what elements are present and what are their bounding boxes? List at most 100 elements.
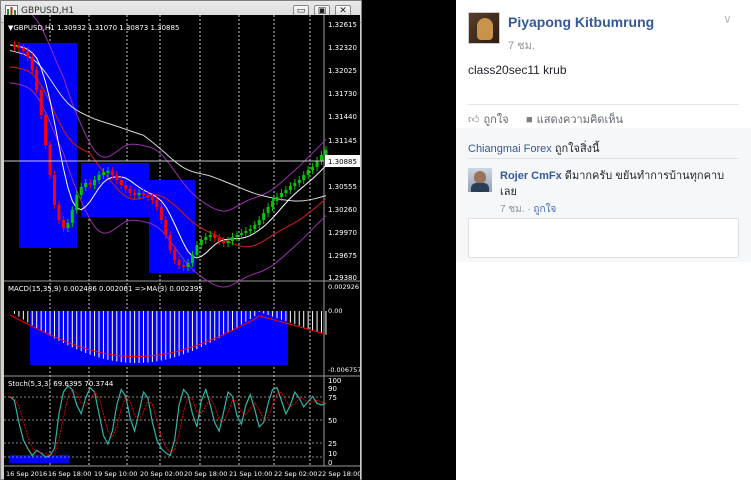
candle-body xyxy=(26,51,30,57)
price-tick: 1.32025 xyxy=(328,67,357,75)
post-timestamp[interactable]: 7 ชม. xyxy=(508,36,535,54)
candle-body xyxy=(186,263,190,267)
stoch-levels xyxy=(4,396,324,458)
chevron-down-icon[interactable]: ∨ xyxy=(723,12,732,26)
candle-body xyxy=(244,231,248,233)
author-avatar[interactable] xyxy=(468,12,500,44)
candle-body xyxy=(293,183,297,186)
liker-name[interactable]: Chiangmai Forex xyxy=(468,143,552,155)
candle-body xyxy=(17,46,21,48)
candle-body xyxy=(239,233,243,235)
stoch-tick: 10 xyxy=(328,450,337,458)
time-tick: 20 Sep 18:00 xyxy=(184,470,227,478)
stoch-zone-box[interactable] xyxy=(9,455,69,463)
macd-zone-box[interactable] xyxy=(30,311,288,365)
zone-box-1[interactable] xyxy=(19,43,77,248)
candle-body xyxy=(48,145,52,175)
candle-body xyxy=(66,223,70,228)
candle-body xyxy=(39,90,43,115)
macd-tick: -0.006757 xyxy=(328,366,360,374)
candle-body xyxy=(142,193,145,195)
price-tick: 1.29380 xyxy=(328,274,357,282)
candle-body xyxy=(288,186,292,190)
candle-body xyxy=(311,167,315,170)
candle-body xyxy=(190,255,194,263)
price-tick: 1.30555 xyxy=(328,183,357,191)
chart-area[interactable]: 1.30885 ▼GBPUSD,H1 1.30932 1.31070 1.308… xyxy=(4,15,360,480)
candle-body xyxy=(195,245,199,255)
macd-tick: 0.002926 xyxy=(328,283,359,291)
candle-body xyxy=(30,57,34,70)
candle-body xyxy=(199,240,203,245)
comment-label: แสดงความคิดเห็น xyxy=(536,114,623,126)
candle-body xyxy=(204,237,208,240)
candle-body xyxy=(106,171,110,173)
comment-time[interactable]: 7 ชม. xyxy=(500,204,525,215)
candle-body xyxy=(57,205,61,220)
price-tick: 1.29970 xyxy=(328,229,357,237)
candle-body xyxy=(79,187,83,195)
price-tick: 1.32320 xyxy=(328,44,357,52)
avatar-body xyxy=(471,183,489,192)
time-tick: 22 Sep 18:00 xyxy=(318,470,360,478)
chart-canvas[interactable]: 1.30885 ▼GBPUSD,H1 1.30932 1.31070 1.308… xyxy=(4,15,360,480)
candle-body xyxy=(315,161,319,167)
candle-body xyxy=(70,210,74,223)
likes-summary: Chiangmai Forex ถูกใจสิ่งนี้ xyxy=(468,139,600,157)
time-tick: 22 Sep 02:00 xyxy=(274,470,317,478)
current-price-label: 1.30885 xyxy=(328,158,357,166)
candle-body xyxy=(133,193,137,195)
facebook-post: Piyapong Kitbumrung 7 ชม. ∨ class20sec11… xyxy=(456,0,751,480)
candle-body xyxy=(115,175,119,180)
candle-body xyxy=(284,190,288,193)
like-button[interactable]: 👍︎ ถูกใจ xyxy=(468,110,509,128)
comment-button[interactable]: ■ แสดงความคิดเห็น xyxy=(526,110,623,128)
candle-body xyxy=(119,180,123,185)
candle-body xyxy=(217,238,221,241)
candle-body xyxy=(271,201,275,207)
comment-like-link[interactable]: ถูกใจ xyxy=(533,204,556,215)
comment-meta: 7 ชม. · ถูกใจ xyxy=(500,204,557,215)
comment: Rojer CmFx ดีมากครับ ขยันทำการบ้านทุกคาบ… xyxy=(500,168,740,200)
candle-body xyxy=(279,193,283,197)
avatar-figure xyxy=(477,18,493,40)
candle-body xyxy=(159,207,163,220)
commenter-avatar[interactable] xyxy=(468,168,492,192)
candle-body xyxy=(150,197,154,200)
post-text: class20sec11 krub xyxy=(468,63,567,77)
candle-body xyxy=(320,155,323,161)
candle-body xyxy=(213,235,217,238)
candle-body xyxy=(44,115,48,145)
price-panel-header: ▼GBPUSD,H1 1.30932 1.31070 1.30873 1.308… xyxy=(8,24,179,32)
stoch-panel-header: Stoch(5,3,3) 69.6395 70.3744 xyxy=(8,380,114,388)
candle-body xyxy=(137,193,141,195)
stoch-tick: 75 xyxy=(328,394,337,402)
candle-body xyxy=(297,180,301,183)
candle-body xyxy=(35,70,39,90)
candle-body xyxy=(110,171,114,175)
macd-tick: 0.00 xyxy=(328,307,342,315)
candle-body xyxy=(97,175,101,180)
divider xyxy=(468,104,739,105)
stoch-tick: 90 xyxy=(328,385,337,393)
candle-body xyxy=(88,183,92,185)
candle-body xyxy=(61,220,65,228)
stoch-tick: 50 xyxy=(328,417,337,425)
time-tick: 19 Sep 10:00 xyxy=(94,470,137,478)
stoch-tick: 25 xyxy=(328,440,337,448)
candle-body xyxy=(182,265,186,267)
candle-body xyxy=(164,220,168,235)
stoch-tick: 0 xyxy=(328,459,332,467)
candle-body xyxy=(231,237,234,241)
commenter-name[interactable]: Rojer CmFx xyxy=(500,170,562,182)
divider xyxy=(468,158,739,159)
likes-suffix: ถูกใจสิ่งนี้ xyxy=(551,143,600,155)
price-scale: 1.32615 1.32320 1.32025 1.31730 1.31440 … xyxy=(328,21,357,282)
candle-body xyxy=(275,197,279,201)
author-name[interactable]: Piyapong Kitbumrung xyxy=(508,14,654,30)
candle-body xyxy=(266,207,270,213)
candle-body xyxy=(177,260,181,265)
comment-input[interactable] xyxy=(468,218,739,258)
like-label: ถูกใจ xyxy=(483,114,509,126)
candle-body xyxy=(262,213,266,220)
